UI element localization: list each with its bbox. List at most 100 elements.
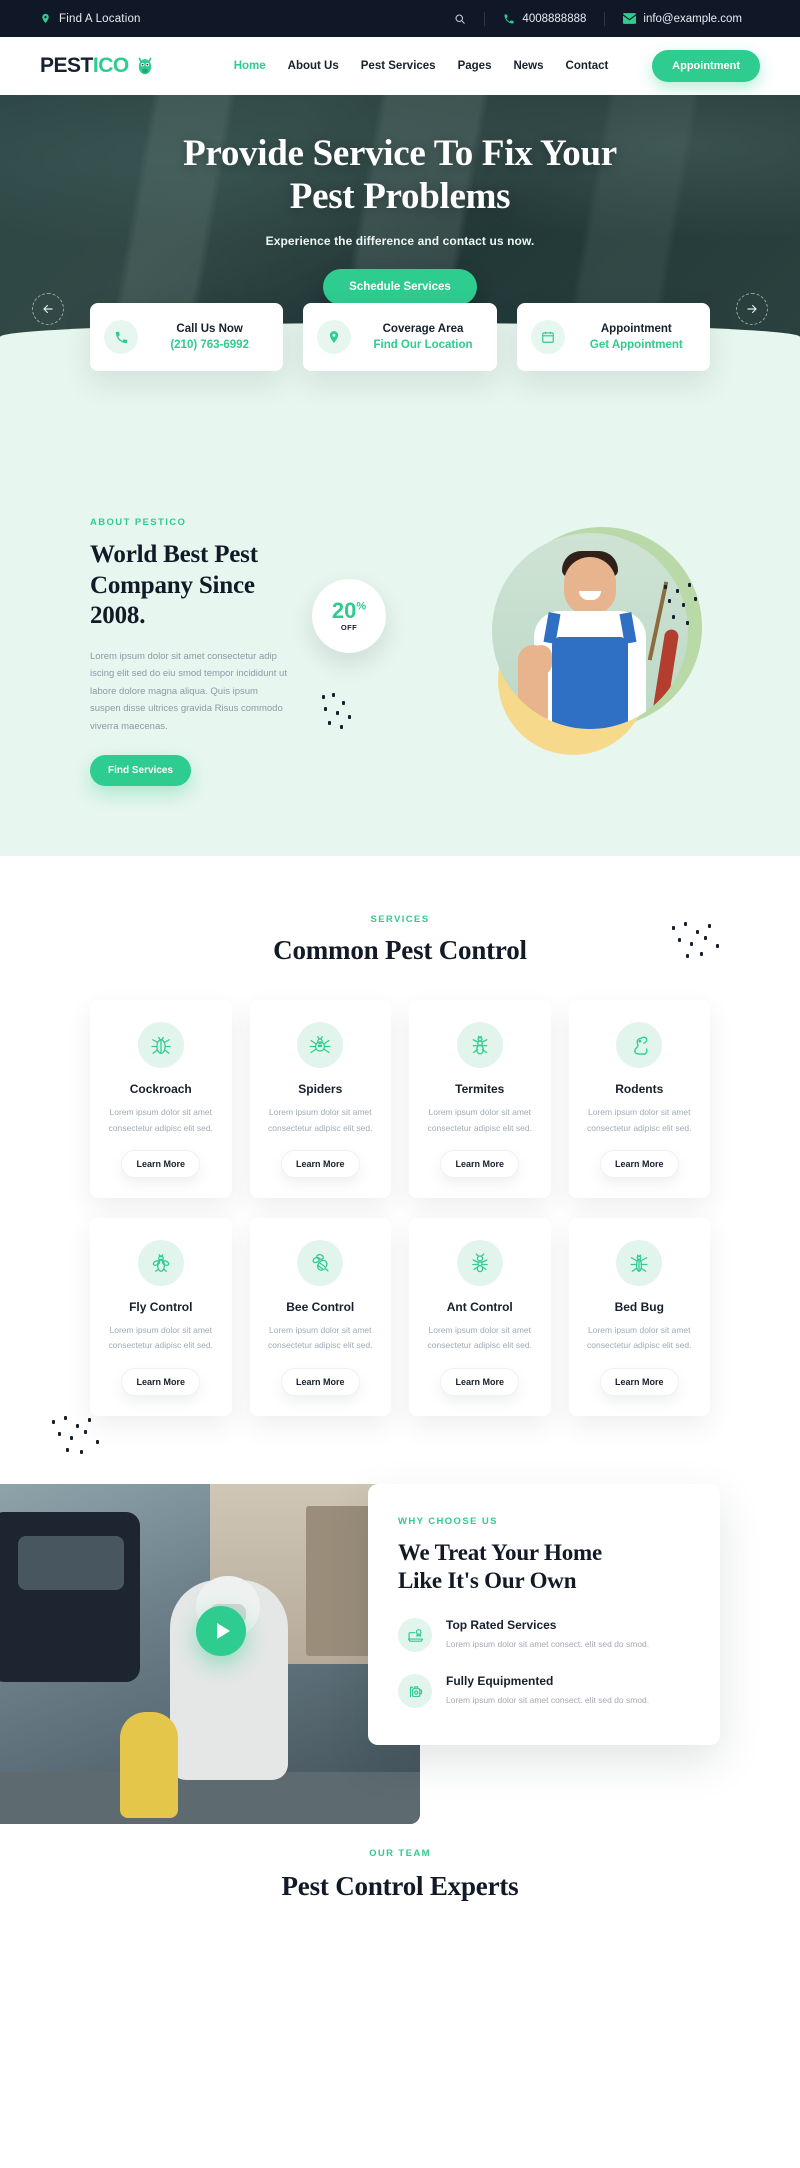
- spider-icon: [297, 1022, 344, 1069]
- hero-next-button[interactable]: [736, 293, 768, 325]
- play-video-button[interactable]: [196, 1605, 246, 1656]
- info-card-title: Coverage Area: [382, 323, 464, 335]
- nav-item-pages[interactable]: Pages: [458, 60, 492, 72]
- about-paragraph: Lorem ipsum dolor sit amet consectetur a…: [90, 650, 287, 732]
- service-card[interactable]: Fly Control Lorem ipsum dolor sit amet c…: [90, 1217, 232, 1416]
- logo-text-part1: PEST: [40, 54, 93, 77]
- nav-item-contact[interactable]: Contact: [566, 60, 609, 72]
- badge-percent: %: [356, 600, 367, 613]
- service-description: Lorem ipsum dolor sit amet consectetur a…: [587, 1107, 692, 1133]
- email-address: info@example.com: [643, 12, 742, 25]
- rodent-icon: [616, 1022, 663, 1069]
- service-description: Lorem ipsum dolor sit amet consectetur a…: [268, 1324, 373, 1351]
- service-name: Bed Bug: [614, 1299, 664, 1314]
- feature-title: Fully Equipmented: [446, 1674, 554, 1689]
- service-description: Lorem ipsum dolor sit amet consectetur a…: [587, 1324, 692, 1351]
- phone-icon: [104, 320, 138, 354]
- cockroach-icon: [137, 1022, 184, 1069]
- site-header: PESTICO Home About Us Pest Services Page: [0, 37, 800, 95]
- decorative-dots: [658, 583, 718, 643]
- nav-item-news[interactable]: News: [513, 60, 543, 72]
- find-services-button[interactable]: Find Services: [90, 755, 192, 787]
- service-card[interactable]: Bed Bug Lorem ipsum dolor sit amet conse…: [568, 1217, 710, 1416]
- service-description: Lorem ipsum dolor sit amet consectetur a…: [108, 1324, 213, 1351]
- service-name: Cockroach: [129, 1082, 192, 1097]
- nav-item-pest-services[interactable]: Pest Services: [361, 60, 436, 72]
- bee-icon: [297, 1239, 344, 1286]
- phone-icon: [503, 13, 515, 25]
- email-link[interactable]: info@example.com: [605, 13, 760, 25]
- ant-icon: [456, 1239, 503, 1286]
- arrow-right-icon: [745, 302, 759, 316]
- service-card[interactable]: Bee Control Lorem ipsum dolor sit amet c…: [249, 1217, 391, 1416]
- info-card-title: Appointment: [600, 323, 672, 335]
- service-name: Termites: [455, 1082, 505, 1097]
- hero-prev-button[interactable]: [32, 293, 64, 325]
- team-heading: Pest Control Experts: [281, 1870, 519, 1901]
- learn-more-button[interactable]: Learn More: [280, 1367, 360, 1396]
- service-description: Lorem ipsum dolor sit amet consectetur a…: [268, 1107, 373, 1133]
- badge-number: 20: [331, 598, 357, 623]
- service-card[interactable]: Rodents Lorem ipsum dolor sit amet conse…: [568, 1000, 710, 1198]
- search-icon: [454, 13, 466, 25]
- why-eyebrow: WHY CHOOSE US: [398, 1515, 498, 1527]
- service-card[interactable]: Ant Control Lorem ipsum dolor sit amet c…: [409, 1217, 551, 1416]
- learn-more-button[interactable]: Learn More: [440, 1367, 519, 1396]
- logo[interactable]: PESTICO: [40, 54, 156, 78]
- nav-item-home[interactable]: Home: [234, 60, 266, 72]
- about-section: ABOUT PESTICO World Best Pest Company Si…: [0, 465, 800, 857]
- find-location-link[interactable]: Find A Location: [40, 12, 141, 25]
- service-name: Rodents: [615, 1082, 664, 1097]
- info-card-call-us[interactable]: Call Us Now (210) 763-6992: [90, 303, 284, 371]
- envelope-icon: [623, 13, 637, 24]
- learn-more-button[interactable]: Learn More: [280, 1149, 360, 1178]
- hero-subtitle: Experience the difference and contact us…: [265, 234, 535, 249]
- play-icon: [216, 1622, 230, 1639]
- info-card-value: Get Appointment: [589, 339, 683, 351]
- services-grid: Cockroach Lorem ipsum dolor sit amet con…: [90, 1000, 710, 1416]
- search-button[interactable]: [436, 13, 484, 25]
- discount-badge: 20% OFF: [312, 579, 386, 653]
- service-card[interactable]: Cockroach Lorem ipsum dolor sit amet con…: [90, 1000, 232, 1198]
- service-card[interactable]: Termites Lorem ipsum dolor sit amet cons…: [409, 1000, 551, 1198]
- schedule-services-button[interactable]: Schedule Services: [323, 269, 477, 306]
- feature-description: Lorem ipsum dolor sit amet consect. elit…: [446, 1639, 650, 1649]
- feature-title: Top Rated Services: [446, 1618, 557, 1632]
- phone-link[interactable]: 4008888888: [485, 13, 604, 25]
- service-name: Ant Control: [446, 1299, 513, 1314]
- appointment-button[interactable]: Appointment: [652, 50, 760, 82]
- why-choose-us-section: WHY CHOOSE US We Treat Your Home Like It…: [0, 1455, 800, 1824]
- info-card-value: (210) 763-6992: [170, 339, 249, 351]
- feature-item: Top Rated Services Lorem ipsum dolor sit…: [398, 1618, 690, 1652]
- learn-more-button[interactable]: Learn More: [121, 1149, 200, 1178]
- logo-text-part2: ICO: [92, 54, 129, 77]
- equipment-icon: [398, 1674, 432, 1709]
- phone-number: 4008888888: [522, 12, 587, 25]
- info-card-value: Find Our Location: [373, 339, 473, 351]
- info-card-appointment[interactable]: Appointment Get Appointment: [516, 303, 710, 371]
- why-heading-line1: We Treat Your Home: [398, 1539, 603, 1565]
- learn-more-button[interactable]: Learn More: [440, 1149, 519, 1178]
- about-heading: World Best Pest Company Since 2008.: [90, 541, 258, 629]
- nav-item-about-us[interactable]: About Us: [288, 60, 339, 72]
- bedbug-icon: [616, 1239, 663, 1286]
- badge-off-label: OFF: [340, 623, 358, 632]
- top-utility-bar: Find A Location 4008888888 info@example.…: [0, 0, 800, 37]
- map-pin-icon: [317, 320, 352, 354]
- page-root: Find A Location 4008888888 info@example.…: [0, 0, 800, 1902]
- why-heading-line2: Like It's Our Own: [398, 1568, 577, 1594]
- services-section: SERVICES Common Pest Control Cockroach L…: [0, 856, 800, 1456]
- feature-item: Fully Equipmented Lorem ipsum dolor sit …: [398, 1674, 690, 1709]
- about-eyebrow: ABOUT PESTICO: [90, 517, 187, 528]
- learn-more-button[interactable]: Learn More: [121, 1367, 200, 1396]
- info-card-coverage-area[interactable]: Coverage Area Find Our Location: [303, 303, 497, 371]
- service-card[interactable]: Spiders Lorem ipsum dolor sit amet conse…: [249, 1000, 391, 1198]
- fly-icon: [137, 1239, 184, 1286]
- decorative-dots: [670, 922, 730, 962]
- learn-more-button[interactable]: Learn More: [599, 1149, 679, 1178]
- service-name: Bee Control: [286, 1299, 355, 1314]
- info-cards-band: Call Us Now (210) 763-6992 Coverage Area…: [0, 303, 800, 465]
- main-navigation[interactable]: Home About Us Pest Services Pages News C…: [234, 60, 609, 72]
- hero-title-line1: Provide Service To Fix Your: [183, 133, 617, 174]
- learn-more-button[interactable]: Learn More: [599, 1367, 679, 1396]
